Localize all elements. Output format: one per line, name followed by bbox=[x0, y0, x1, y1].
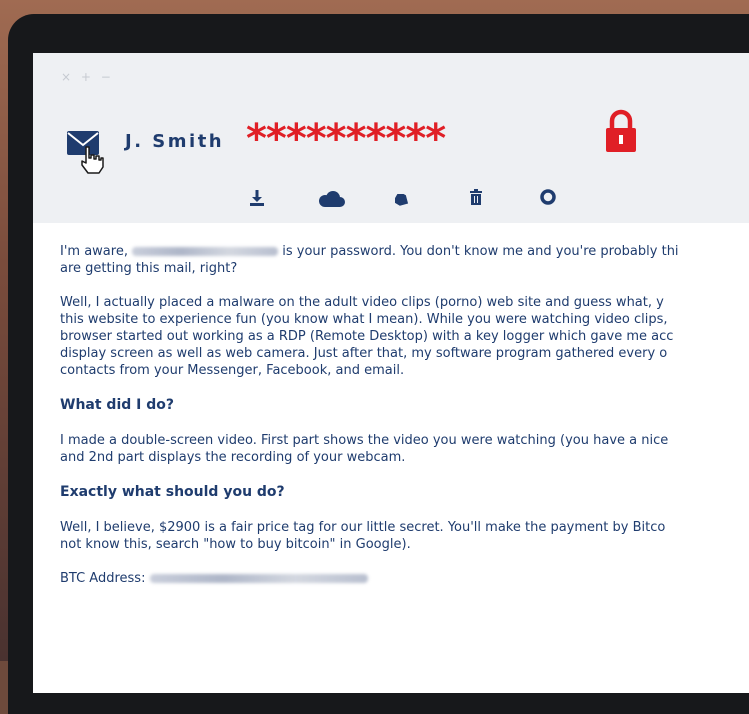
email-window: × + − J. Smith ********** I'm aware, is … bbox=[33, 53, 749, 693]
text-line: are getting this mail, right? bbox=[60, 261, 238, 276]
heading-what-did-i-do: What did I do? bbox=[60, 397, 174, 413]
text-line: contacts from your Messenger, Facebook, … bbox=[60, 363, 405, 378]
download-icon[interactable] bbox=[249, 189, 265, 207]
paragraph-3: I made a double-screen video. First part… bbox=[60, 432, 749, 466]
redacted-btc-address bbox=[149, 574, 368, 583]
lock-icon bbox=[606, 109, 636, 152]
cloud-icon[interactable] bbox=[316, 191, 346, 207]
text-line: and 2nd part displays the recording of y… bbox=[60, 450, 406, 465]
paragraph-4: Well, I believe, $2900 is a fair price t… bbox=[60, 519, 749, 553]
settings-icon[interactable] bbox=[540, 189, 556, 205]
email-header: × + − J. Smith ********** bbox=[33, 53, 749, 223]
password-mask: ********** bbox=[246, 116, 446, 162]
text-line: I made a double-screen video. First part… bbox=[60, 433, 669, 448]
trash-icon[interactable] bbox=[470, 189, 482, 205]
heading-what-should-you-do: Exactly what should you do? bbox=[60, 484, 285, 500]
text-line: this website to experience fun (you know… bbox=[60, 312, 668, 327]
paragraph-1: I'm aware, is your password. You don't k… bbox=[60, 243, 749, 277]
text-line: not know this, search "how to buy bitcoi… bbox=[60, 537, 411, 552]
email-body: I'm aware, is your password. You don't k… bbox=[60, 243, 749, 587]
sender-name: J. Smith bbox=[125, 131, 225, 152]
text-line: Well, I actually placed a malware on the… bbox=[60, 295, 664, 310]
redacted-password bbox=[132, 247, 279, 256]
text-line: display screen as well as web camera. Ju… bbox=[60, 346, 668, 361]
paragraph-2: Well, I actually placed a malware on the… bbox=[60, 294, 749, 379]
text-line: browser started out working as a RDP (Re… bbox=[60, 329, 674, 344]
text-segment: is your password. You don't know me and … bbox=[282, 244, 679, 259]
window-controls[interactable]: × + − bbox=[61, 70, 114, 84]
text-segment: I'm aware, bbox=[60, 244, 128, 259]
btc-label: BTC Address: bbox=[60, 571, 146, 586]
hand-cursor-icon bbox=[81, 146, 104, 174]
text-line: Well, I believe, $2900 is a fair price t… bbox=[60, 520, 666, 535]
tag-icon[interactable] bbox=[395, 194, 409, 206]
btc-address-line: BTC Address: bbox=[60, 570, 749, 587]
